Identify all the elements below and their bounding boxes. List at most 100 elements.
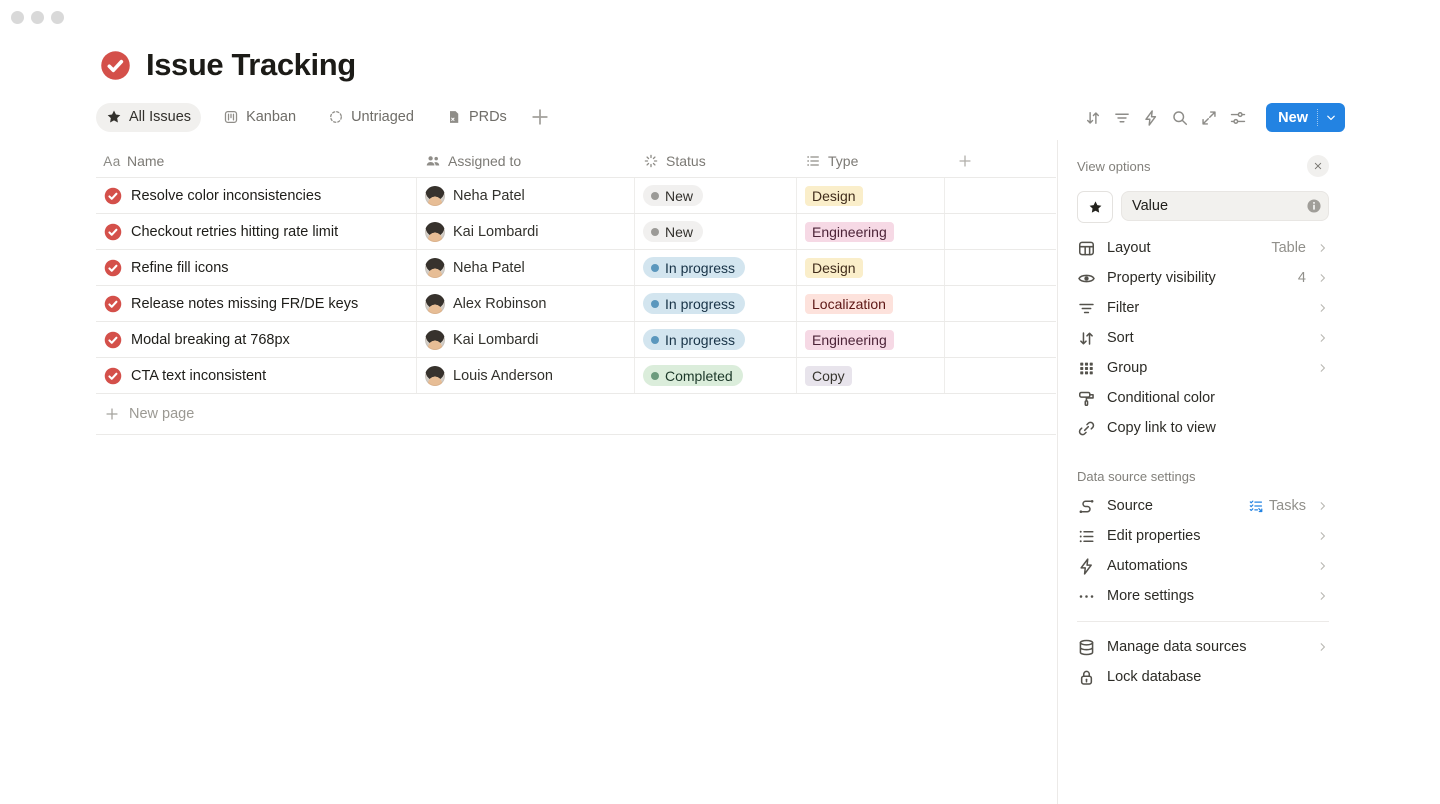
cell-type[interactable]: Engineering: [797, 322, 945, 357]
sidebar-item-group[interactable]: Group: [1077, 353, 1329, 383]
info-icon[interactable]: [1306, 198, 1322, 214]
add-view-button[interactable]: [529, 106, 551, 128]
cell-name[interactable]: Checkout retries hitting rate limit: [96, 214, 417, 249]
toolbar: New: [1084, 103, 1345, 132]
type-label: Design: [812, 260, 856, 276]
status-badge: Completed: [643, 365, 743, 386]
status-label: Completed: [665, 368, 733, 384]
sort-arrows-icon: [1077, 329, 1096, 348]
cell-type[interactable]: Design: [797, 178, 945, 213]
chevron-right-icon: [1317, 500, 1329, 512]
status-label: In progress: [665, 332, 735, 348]
cell-type[interactable]: Localization: [797, 286, 945, 321]
cell-type[interactable]: Engineering: [797, 214, 945, 249]
cell-empty[interactable]: [945, 322, 1056, 357]
cell-status[interactable]: In progress: [635, 286, 797, 321]
sidebar-item-source[interactable]: Source Tasks: [1077, 491, 1329, 521]
sidebar-item-layout[interactable]: LayoutTable: [1077, 233, 1329, 263]
sidebar-item-value-text: Tasks: [1269, 498, 1306, 514]
tab-untriaged[interactable]: Untriaged: [318, 103, 424, 132]
view-options-menu: LayoutTableProperty visibility4FilterSor…: [1077, 233, 1329, 443]
new-page-label: New page: [129, 406, 194, 422]
cell-empty[interactable]: [945, 250, 1056, 285]
sidebar-item-filter[interactable]: Filter: [1077, 293, 1329, 323]
column-header-status[interactable]: Status: [635, 145, 797, 177]
close-button[interactable]: [1307, 155, 1329, 177]
cell-name[interactable]: Modal breaking at 768px: [96, 322, 417, 357]
type-label: Localization: [812, 296, 886, 312]
kanban-icon: [223, 109, 239, 125]
tab-all-issues[interactable]: All Issues: [96, 103, 201, 132]
database-icon: [1077, 638, 1096, 657]
sidebar-item-sort[interactable]: Sort: [1077, 323, 1329, 353]
expand-icon[interactable]: [1200, 109, 1218, 127]
cell-type[interactable]: Design: [797, 250, 945, 285]
window-minimize-button[interactable]: [31, 11, 44, 24]
cell-empty[interactable]: [945, 214, 1056, 249]
cell-status[interactable]: Completed: [635, 358, 797, 393]
check-badge-icon: [104, 295, 122, 313]
sidebar-item-property-visibility[interactable]: Property visibility4: [1077, 263, 1329, 293]
status-badge: In progress: [643, 329, 745, 350]
issue-title: Modal breaking at 768px: [131, 332, 290, 348]
table-icon: [1077, 239, 1096, 258]
cell-name[interactable]: Release notes missing FR/DE keys: [96, 286, 417, 321]
view-name-input[interactable]: [1121, 191, 1329, 221]
cell-assigned-to[interactable]: Kai Lombardi: [417, 214, 635, 249]
cell-name[interactable]: CTA text inconsistent: [96, 358, 417, 393]
cell-assigned-to[interactable]: Neha Patel: [417, 178, 635, 213]
cell-type[interactable]: Copy: [797, 358, 945, 393]
column-header-assigned-to[interactable]: Assigned to: [417, 145, 635, 177]
filter-lines-icon[interactable]: [1113, 109, 1131, 127]
issue-title: Release notes missing FR/DE keys: [131, 296, 358, 312]
eye-icon: [1077, 269, 1096, 288]
cell-name[interactable]: Resolve color inconsistencies: [96, 178, 417, 213]
tab-kanban[interactable]: Kanban: [213, 103, 306, 132]
cell-assigned-to[interactable]: Neha Patel: [417, 250, 635, 285]
cell-assigned-to[interactable]: Louis Anderson: [417, 358, 635, 393]
sidebar-item-conditional-color[interactable]: Conditional color: [1077, 383, 1329, 413]
sidebar-item-edit-properties[interactable]: Edit properties: [1077, 521, 1329, 551]
cell-empty[interactable]: [945, 178, 1056, 213]
tab-label: All Issues: [129, 109, 191, 125]
cell-status[interactable]: In progress: [635, 250, 797, 285]
lightning-icon[interactable]: [1142, 109, 1160, 127]
data-source-menu: Source Tasks Edit propertiesAutomationsMor…: [1077, 491, 1329, 611]
sidebar-item-lock-database[interactable]: Lock database: [1077, 662, 1329, 692]
column-header-name[interactable]: AaName: [96, 145, 417, 177]
window-fullscreen-button[interactable]: [51, 11, 64, 24]
chevron-down-icon[interactable]: [1325, 112, 1337, 124]
column-header-type[interactable]: Type: [797, 145, 945, 177]
cell-status[interactable]: In progress: [635, 322, 797, 357]
tab-prds[interactable]: PRDs: [436, 103, 517, 132]
cell-assigned-to[interactable]: Alex Robinson: [417, 286, 635, 321]
cell-name[interactable]: Refine fill icons: [96, 250, 417, 285]
window-close-button[interactable]: [11, 11, 24, 24]
status-badge: New: [643, 221, 703, 242]
dashed-circle-icon: [328, 109, 344, 125]
sidebar-item-more-settings[interactable]: More settings: [1077, 581, 1329, 611]
sidebar-item-copy-link-to-view[interactable]: Copy link to view: [1077, 413, 1329, 443]
sidebar-item-value-text: 4: [1298, 270, 1306, 286]
cell-empty[interactable]: [945, 286, 1056, 321]
sliders-icon[interactable]: [1229, 109, 1247, 127]
sort-arrows-icon[interactable]: [1084, 109, 1102, 127]
search-icon[interactable]: [1171, 109, 1189, 127]
new-button[interactable]: New: [1266, 103, 1345, 132]
new-page-row[interactable]: New page: [96, 394, 1056, 435]
cell-status[interactable]: New: [635, 178, 797, 213]
close-icon: [1313, 161, 1323, 171]
sidebar-item-label: Source: [1107, 498, 1237, 514]
cell-empty[interactable]: [945, 358, 1056, 393]
cell-status[interactable]: New: [635, 214, 797, 249]
assignee-name: Alex Robinson: [453, 296, 547, 312]
page-title[interactable]: Issue Tracking: [146, 47, 356, 83]
sidebar-item-manage-data-sources[interactable]: Manage data sources: [1077, 632, 1329, 662]
type-label: Engineering: [812, 224, 887, 240]
favorite-view-button[interactable]: [1077, 191, 1113, 223]
chevron-right-icon: [1317, 362, 1329, 374]
sidebar-item-automations[interactable]: Automations: [1077, 551, 1329, 581]
add-column-button[interactable]: [945, 145, 1056, 177]
check-badge-icon: [104, 367, 122, 385]
cell-assigned-to[interactable]: Kai Lombardi: [417, 322, 635, 357]
